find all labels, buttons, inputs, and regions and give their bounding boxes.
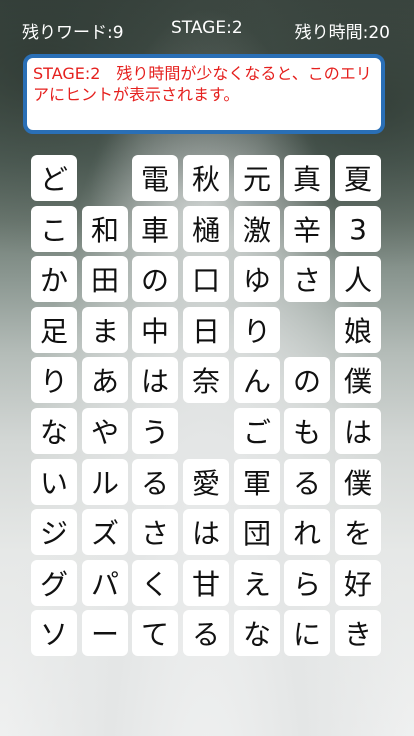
grid-cell[interactable]: て — [132, 610, 178, 656]
grid-cell[interactable]: る — [284, 459, 330, 505]
grid-cell[interactable]: ソ — [31, 610, 77, 656]
grid-cell[interactable]: を — [335, 509, 381, 555]
grid-cell[interactable]: 真 — [284, 155, 330, 201]
grid-cell[interactable]: は — [132, 357, 178, 403]
grid-cell[interactable]: 秋 — [183, 155, 229, 201]
grid-cell[interactable]: る — [183, 610, 229, 656]
grid-cell[interactable]: 足 — [31, 307, 77, 353]
grid-cell[interactable]: あ — [82, 357, 128, 403]
grid-cell[interactable]: 田 — [82, 256, 128, 302]
status-bar: 残りワード:9 STAGE:2 残り時間:20 — [0, 18, 414, 43]
grid-cell[interactable]: り — [31, 357, 77, 403]
grid-cell[interactable]: か — [31, 256, 77, 302]
remaining-words-counter: 残りワード:9 — [22, 23, 124, 43]
grid-cell[interactable]: 人 — [335, 256, 381, 302]
grid-cell[interactable]: き — [335, 610, 381, 656]
grid-cell[interactable]: 和 — [82, 206, 128, 252]
hint-box: STAGE:2 残り時間が少なくなると、このエリアにヒントが表示されます。 — [23, 54, 385, 134]
grid-cell[interactable]: 3 — [335, 206, 381, 252]
grid-cell[interactable]: ま — [82, 307, 128, 353]
grid-cell[interactable]: く — [132, 560, 178, 606]
grid-cell[interactable]: え — [234, 560, 280, 606]
grid-cell[interactable]: 娘 — [335, 307, 381, 353]
grid-cell[interactable]: グ — [31, 560, 77, 606]
grid-cell[interactable]: や — [82, 408, 128, 454]
grid-cell-empty — [284, 307, 330, 353]
grid-cell[interactable]: な — [234, 610, 280, 656]
grid-cell[interactable]: ゆ — [234, 256, 280, 302]
grid-cell[interactable]: 中 — [132, 307, 178, 353]
grid-cell[interactable]: 僕 — [335, 357, 381, 403]
grid-cell[interactable]: ル — [82, 459, 128, 505]
grid-cell[interactable]: 甘 — [183, 560, 229, 606]
grid-cell[interactable]: こ — [31, 206, 77, 252]
grid-cell[interactable]: ら — [284, 560, 330, 606]
grid-cell[interactable]: 電 — [132, 155, 178, 201]
grid-cell[interactable]: 口 — [183, 256, 229, 302]
grid-cell[interactable]: パ — [82, 560, 128, 606]
letter-grid: ど電秋元真夏こ和車樋激辛3か田の口ゆさ人足ま中日り娘りあは奈んの僕なやうごもはい… — [31, 155, 385, 665]
grid-cell[interactable]: さ — [132, 509, 178, 555]
grid-cell[interactable]: り — [234, 307, 280, 353]
grid-cell[interactable]: 激 — [234, 206, 280, 252]
grid-cell[interactable]: 団 — [234, 509, 280, 555]
grid-cell[interactable]: は — [335, 408, 381, 454]
stage-indicator: STAGE:2 — [171, 18, 243, 38]
grid-cell[interactable]: 僕 — [335, 459, 381, 505]
grid-cell[interactable]: う — [132, 408, 178, 454]
grid-cell[interactable]: 車 — [132, 206, 178, 252]
grid-cell[interactable]: 辛 — [284, 206, 330, 252]
grid-cell[interactable]: る — [132, 459, 178, 505]
grid-cell[interactable]: は — [183, 509, 229, 555]
grid-cell[interactable]: 日 — [183, 307, 229, 353]
grid-cell[interactable]: 愛 — [183, 459, 229, 505]
grid-cell[interactable]: れ — [284, 509, 330, 555]
grid-cell[interactable]: 元 — [234, 155, 280, 201]
grid-cell[interactable]: い — [31, 459, 77, 505]
grid-cell[interactable]: 夏 — [335, 155, 381, 201]
time-remaining-counter: 残り時間:20 — [294, 23, 390, 43]
grid-cell[interactable]: ジ — [31, 509, 77, 555]
grid-cell[interactable]: ど — [31, 155, 77, 201]
grid-cell[interactable]: 軍 — [234, 459, 280, 505]
grid-cell-empty — [183, 408, 229, 454]
grid-cell[interactable]: さ — [284, 256, 330, 302]
grid-cell[interactable]: 樋 — [183, 206, 229, 252]
grid-cell[interactable]: 好 — [335, 560, 381, 606]
grid-cell[interactable]: ご — [234, 408, 280, 454]
hint-text: STAGE:2 残り時間が少なくなると、このエリアにヒントが表示されます。 — [33, 64, 372, 104]
grid-cell[interactable]: な — [31, 408, 77, 454]
grid-cell[interactable]: ズ — [82, 509, 128, 555]
grid-cell-empty — [82, 155, 128, 201]
grid-cell[interactable]: ー — [82, 610, 128, 656]
grid-cell[interactable]: も — [284, 408, 330, 454]
grid-cell[interactable]: の — [132, 256, 178, 302]
grid-cell[interactable]: の — [284, 357, 330, 403]
grid-cell[interactable]: ん — [234, 357, 280, 403]
grid-cell[interactable]: に — [284, 610, 330, 656]
grid-cell[interactable]: 奈 — [183, 357, 229, 403]
